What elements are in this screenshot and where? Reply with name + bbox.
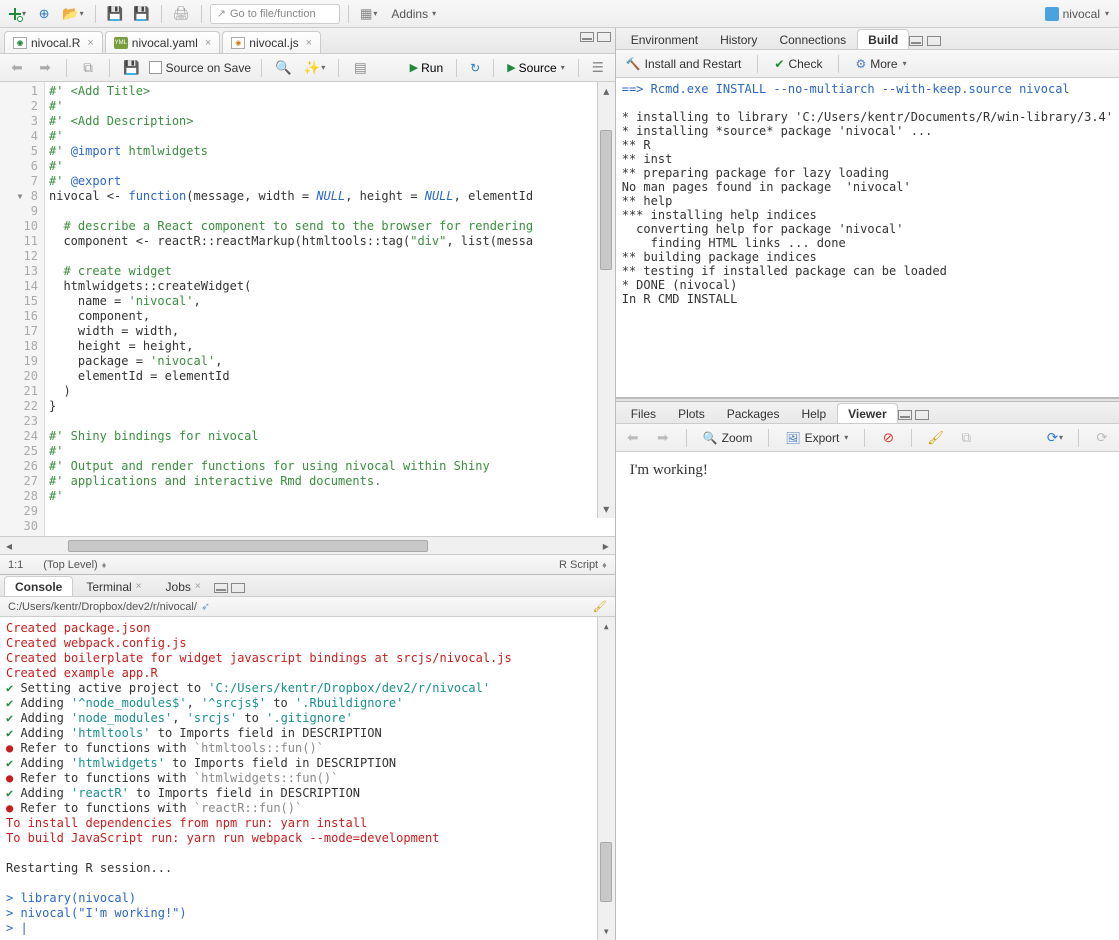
clear-viewer-button[interactable]: 🖌 <box>924 427 947 449</box>
horizontal-scrollbar[interactable]: ◂▸ <box>0 536 615 554</box>
console-path-bar: C:/Users/kentr/Dropbox/dev2/r/nivocal/ ➶… <box>0 597 615 617</box>
close-tab-icon[interactable]: × <box>205 37 211 49</box>
tab-console[interactable]: Console <box>4 576 73 596</box>
working-directory: C:/Users/kentr/Dropbox/dev2/r/nivocal/ <box>8 601 197 613</box>
tab-jobs[interactable]: Jobs× <box>155 576 212 596</box>
close-tab-icon[interactable]: × <box>306 37 312 49</box>
popup-viewer-button[interactable]: ⧉ <box>955 427 977 449</box>
show-in-new-window-button[interactable]: ⧉ <box>77 57 99 79</box>
minimize-pane-icon[interactable] <box>580 32 594 42</box>
sync-viewer-button[interactable]: ⟳ <box>1091 427 1113 449</box>
save-all-button[interactable]: 💾 <box>130 3 153 25</box>
separator <box>161 5 162 23</box>
viewer-toolbar: ⬅ ➡ 🔍Zoom 🖼Export▾ ⊘ 🖌 ⧉ ⟳▾ ⟳ <box>616 424 1119 452</box>
save-button[interactable]: 💾 <box>104 3 127 25</box>
check-button[interactable]: ✔Check <box>770 54 826 74</box>
vertical-scrollbar[interactable]: ▴▾ <box>597 617 615 940</box>
run-button[interactable]: ▶Run <box>405 58 448 78</box>
new-file-button[interactable]: ▾ <box>6 3 29 25</box>
outline-button[interactable]: ☰ <box>587 57 609 79</box>
scope-selector[interactable]: (Top Level)♦ <box>43 559 106 571</box>
goto-placeholder: Go to file/function <box>230 8 316 20</box>
editor-status-bar: 1:1 (Top Level)♦ R Script♦ <box>0 554 615 574</box>
tab-history[interactable]: History <box>709 29 768 49</box>
file-tab-nivocal.R[interactable]: ◉nivocal.R× <box>4 31 103 53</box>
viewer-back-button[interactable]: ⬅ <box>622 427 644 449</box>
goto-file-input[interactable]: ↗Go to file/function <box>210 4 340 24</box>
code-editor[interactable]: 1234567▾ 8910111213141516171819202122232… <box>0 82 615 536</box>
viewer-content: I'm working! <box>616 452 1119 940</box>
code-area[interactable]: #' <Add Title>#'#' <Add Description>#'#'… <box>45 82 615 536</box>
tab-connections[interactable]: Connections <box>768 29 857 49</box>
file-type-selector[interactable]: R Script♦ <box>559 559 607 571</box>
line-gutter: 1234567▾ 8910111213141516171819202122232… <box>0 82 45 536</box>
maximize-pane-icon[interactable] <box>927 36 941 46</box>
open-dir-icon[interactable]: ➶ <box>201 600 210 613</box>
remove-viewer-button[interactable]: ⊘ <box>877 427 899 449</box>
vertical-scrollbar[interactable]: ▴▾ <box>597 82 615 518</box>
tab-files[interactable]: Files <box>620 403 667 423</box>
find-button[interactable]: 🔍 <box>272 57 295 79</box>
back-button[interactable]: ⬅ <box>6 57 28 79</box>
forward-button[interactable]: ➡ <box>34 57 56 79</box>
new-project-button[interactable]: ⊕ <box>33 3 55 25</box>
wand-button[interactable]: ✨▾ <box>301 57 329 79</box>
open-file-button[interactable]: 📂▾ <box>59 3 87 25</box>
tab-terminal[interactable]: Terminal× <box>75 576 152 596</box>
source-button[interactable]: ▶Source▾ <box>502 58 570 78</box>
tab-build[interactable]: Build <box>857 29 909 49</box>
zoom-button[interactable]: 🔍Zoom <box>699 428 757 448</box>
save-source-button[interactable]: 💾 <box>120 57 143 79</box>
cursor-position: 1:1 <box>8 559 23 571</box>
tab-packages[interactable]: Packages <box>716 403 791 423</box>
console-output[interactable]: Created package.jsonCreated webpack.conf… <box>0 617 615 940</box>
separator <box>95 5 96 23</box>
more-button[interactable]: ⚙More▾ <box>851 54 910 74</box>
grid-view-button[interactable]: ▦▾ <box>357 3 381 25</box>
addins-button[interactable]: Addins▾ <box>384 4 443 24</box>
viewer-tabs-bar: FilesPlotsPackagesHelpViewer <box>616 402 1119 424</box>
build-output[interactable]: ==> Rcmd.exe INSTALL --no-multiarch --wi… <box>616 78 1119 397</box>
file-tab-nivocal.js[interactable]: ◉nivocal.js× <box>222 31 321 53</box>
main-toolbar: ▾ ⊕ 📂▾ 💾 💾 🖨 ↗Go to file/function ▦▾ Add… <box>0 0 1119 28</box>
separator <box>348 5 349 23</box>
compile-report-button[interactable]: ▤ <box>349 57 371 79</box>
maximize-pane-icon[interactable] <box>597 32 611 42</box>
viewer-forward-button[interactable]: ➡ <box>652 427 674 449</box>
refresh-viewer-button[interactable]: ⟳▾ <box>1044 427 1066 449</box>
minimize-pane-icon[interactable] <box>898 410 912 420</box>
env-tabs-bar: EnvironmentHistoryConnectionsBuild <box>616 28 1119 50</box>
maximize-pane-icon[interactable] <box>231 583 245 593</box>
source-on-save-checkbox[interactable]: Source on Save <box>149 61 251 75</box>
project-menu[interactable]: nivocal▾ <box>1041 4 1113 24</box>
separator <box>201 5 202 23</box>
tab-environment[interactable]: Environment <box>620 29 709 49</box>
install-restart-button[interactable]: 🔨Install and Restart <box>622 54 746 74</box>
viewer-text: I'm working! <box>630 462 708 478</box>
close-tab-icon[interactable]: × <box>87 37 93 49</box>
console-tabs-bar: ConsoleTerminal×Jobs× <box>0 575 615 597</box>
tab-plots[interactable]: Plots <box>667 403 716 423</box>
file-tab-nivocal.yaml[interactable]: YMLnivocal.yaml× <box>105 31 220 53</box>
maximize-pane-icon[interactable] <box>915 410 929 420</box>
minimize-pane-icon[interactable] <box>214 583 228 593</box>
tab-viewer[interactable]: Viewer <box>837 403 897 423</box>
minimize-pane-icon[interactable] <box>909 36 923 46</box>
export-button[interactable]: 🖼Export▾ <box>781 428 852 448</box>
file-tabs-bar: ◉nivocal.R×YMLnivocal.yaml×◉nivocal.js× <box>0 28 615 54</box>
print-button[interactable]: 🖨 <box>170 3 193 25</box>
tab-help[interactable]: Help <box>790 403 837 423</box>
rerun-button[interactable]: ↻ <box>465 58 485 78</box>
build-toolbar: 🔨Install and Restart ✔Check ⚙More▾ <box>616 50 1119 78</box>
source-toolbar: ⬅ ➡ ⧉ 💾 Source on Save 🔍 ✨▾ ▤ ▶Run ↻ ▶So… <box>0 54 615 82</box>
clear-console-icon[interactable]: 🖌 <box>593 600 607 613</box>
